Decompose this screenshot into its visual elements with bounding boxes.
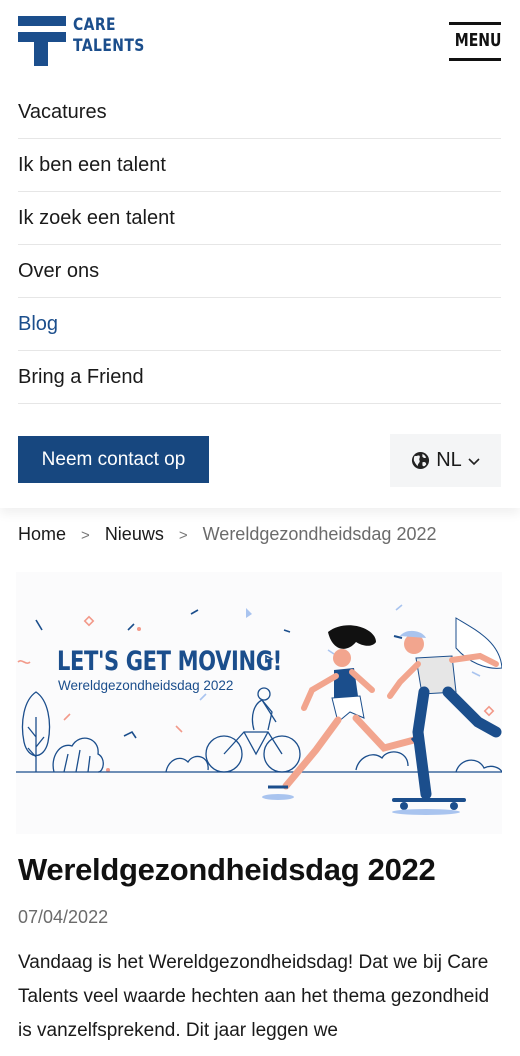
nav-item-over-ons[interactable]: Over ons [18, 245, 501, 298]
breadcrumb-section[interactable]: Nieuws [105, 524, 164, 544]
breadcrumb: Home > Nieuws > Wereldgezondheidsdag 202… [18, 524, 437, 545]
nav-item-vacatures[interactable]: Vacatures [18, 86, 501, 139]
illustration-scene [16, 604, 502, 815]
logo-mark-icon [18, 16, 66, 66]
breadcrumb-separator-icon: > [178, 527, 188, 544]
article-date: 07/04/2022 [18, 907, 109, 927]
chevron-down-icon [468, 457, 480, 465]
breadcrumb-home[interactable]: Home [18, 524, 66, 544]
nav-item-blog[interactable]: Blog [18, 298, 501, 351]
language-label: NL [436, 449, 462, 471]
breadcrumb-current: Wereldgezondheidsdag 2022 [202, 524, 437, 544]
menu-label: MENU [454, 30, 502, 51]
site-header: CARE TALENTS MENU Vacatures Ik ben een t… [0, 0, 520, 508]
language-selector[interactable]: NL [390, 434, 501, 487]
contact-button[interactable]: Neem contact op [18, 436, 209, 483]
brand-logo[interactable]: CARE TALENTS [18, 15, 148, 68]
menu-button[interactable]: MENU [449, 22, 501, 62]
menu-bar-bottom [449, 58, 501, 61]
brand-line-2: TALENTS [73, 36, 145, 56]
globe-icon [412, 451, 430, 470]
brand-line-1: CARE [73, 15, 116, 35]
breadcrumb-separator-icon: > [81, 527, 90, 544]
nav-item-ik-ben-een-talent[interactable]: Ik ben een talent [18, 139, 501, 192]
cyclist-figure [205, 687, 301, 773]
article-title: Wereldgezondheidsdag 2022 [18, 852, 436, 887]
main-navigation: Vacatures Ik ben een talent Ik zoek een … [18, 86, 501, 404]
article-body: Vandaag is het Wereldgezondheidsdag! Dat… [18, 952, 490, 1041]
brand-name: CARE TALENTS [73, 15, 145, 57]
nav-item-ik-zoek-een-talent[interactable]: Ik zoek een talent [18, 192, 501, 245]
nav-item-bring-a-friend[interactable]: Bring a Friend [18, 351, 501, 404]
hero-illustration: LET'S GET MOVING! Wereldgezondheidsdag 2… [16, 572, 502, 834]
hero-subline: Wereldgezondheidsdag 2022 [58, 678, 234, 693]
skateboarder-figure [387, 617, 502, 815]
menu-bar-top [449, 22, 501, 25]
hero-headline: LET'S GET MOVING! [57, 646, 282, 677]
runner-figure [262, 625, 422, 800]
